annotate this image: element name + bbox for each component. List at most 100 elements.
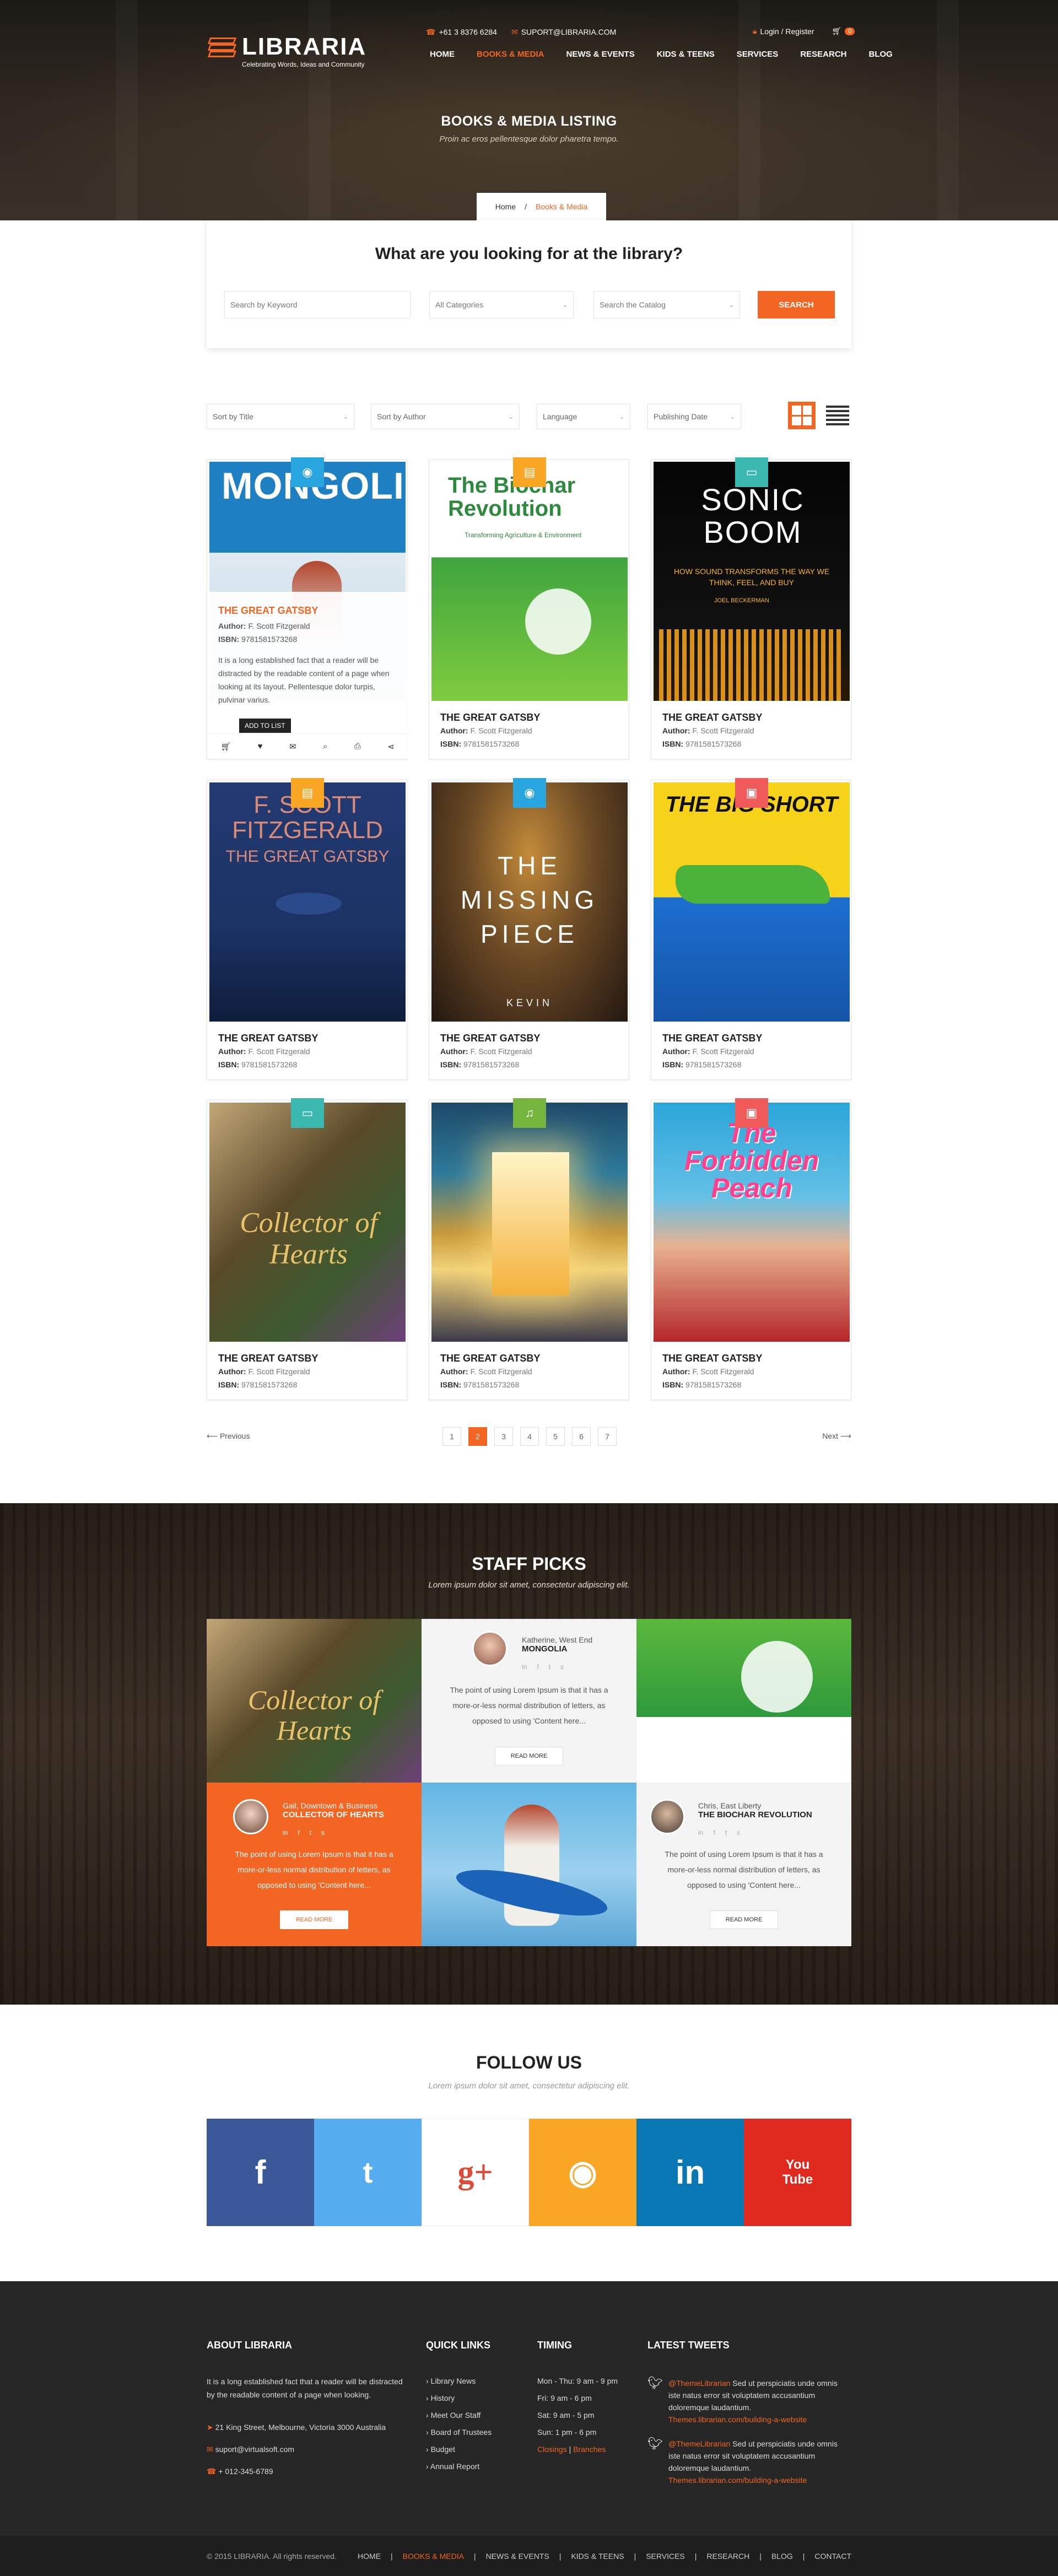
youtube-icon[interactable]: You Tube <box>744 2119 851 2226</box>
footer-nav-books-media[interactable]: BOOKS & MEDIA <box>403 2552 464 2561</box>
keyword-search-input[interactable]: Search by Keyword <box>224 291 411 318</box>
branches-link[interactable]: Branches <box>573 2445 606 2454</box>
footer-nav-contact[interactable]: CONTACT <box>814 2552 851 2561</box>
read-more-button[interactable]: READ MORE <box>495 1747 563 1765</box>
footer-nav-research[interactable]: RESEARCH <box>706 2552 749 2561</box>
book-title[interactable]: THE GREAT GATSBY <box>440 1353 540 1364</box>
book-title[interactable]: THE GREAT GATSBY <box>662 712 762 723</box>
linkedin-icon[interactable]: in <box>636 2119 744 2226</box>
book-title[interactable]: THE GREAT GATSBY <box>440 1033 540 1044</box>
twitter-icon[interactable]: t <box>314 2119 422 2226</box>
facebook-icon[interactable]: f <box>298 1829 299 1837</box>
staff-pick-book[interactable]: MONGOLIA <box>522 1644 592 1654</box>
footer-email[interactable]: suport@virtualsoft.com <box>215 2445 294 2454</box>
quick-link-item[interactable]: › Annual Report <box>426 2458 492 2475</box>
page-4[interactable]: 4 <box>520 1427 539 1446</box>
linkedin-icon[interactable]: in <box>522 1663 527 1671</box>
book-card[interactable]: ▤ F. SCOTT FITZGERALD THE GREAT GATSBY T… <box>207 778 407 1080</box>
share-icon[interactable]: ⋖ <box>387 742 395 752</box>
book-title[interactable]: THE GREAT GATSBY <box>440 712 540 723</box>
closings-link[interactable]: Closings <box>537 2445 567 2454</box>
staff-pick-cover[interactable]: Collector of Hearts <box>207 1619 422 1783</box>
sort-author-select[interactable]: Sort by Author ⌄ <box>371 404 520 429</box>
print-icon[interactable]: ⎙ <box>354 742 361 751</box>
book-card[interactable]: ◉ MONGOLIA THE GREAT GATSBY Author: F. S… <box>207 457 408 759</box>
nav-research[interactable]: RESEARCH <box>800 50 846 59</box>
book-title[interactable]: THE GREAT GATSBY <box>218 605 318 617</box>
heart-icon[interactable]: ♥ <box>258 742 263 751</box>
book-card[interactable]: ▣ The Forbidden Peach THE GREAT GATSBY A… <box>651 1098 851 1400</box>
staff-pick-cover[interactable] <box>422 1783 636 1946</box>
book-title[interactable]: THE GREAT GATSBY <box>662 1033 762 1044</box>
footer-nav-kids-teens[interactable]: KIDS & TEENS <box>571 2552 624 2561</box>
staff-pick-cover[interactable] <box>636 1619 851 1783</box>
page-5[interactable]: 5 <box>546 1427 565 1446</box>
category-select[interactable]: All Categories ⌄ <box>429 291 574 318</box>
list-view-icon[interactable] <box>824 402 851 429</box>
sort-title-select[interactable]: Sort by Title ⌄ <box>207 404 354 429</box>
skype-icon[interactable]: s <box>560 1663 564 1671</box>
staff-pick-book[interactable]: COLLECTOR OF HEARTS <box>283 1810 384 1819</box>
book-card[interactable]: ▤ The Biochar Revolution Transforming Ag… <box>429 457 629 759</box>
quick-link-item[interactable]: › Library News <box>426 2373 492 2390</box>
twitter-icon[interactable]: t <box>310 1829 311 1837</box>
language-select[interactable]: Language ⌄ <box>537 404 630 429</box>
book-title[interactable]: THE GREAT GATSBY <box>218 1033 318 1044</box>
read-more-button[interactable]: READ MORE <box>280 1910 348 1929</box>
quick-link-item[interactable]: › Budget <box>426 2441 492 2458</box>
book-card[interactable]: ♫ THE GREAT GATSBY Author: F. Scott Fitz… <box>429 1098 629 1400</box>
publishing-date-select[interactable]: Publishing Date ⌄ <box>647 404 741 429</box>
pagination-next[interactable]: Next ⟶ <box>822 1432 851 1441</box>
cart-icon[interactable]: 🛒︎ <box>220 742 231 752</box>
pagination-previous[interactable]: ⟵ Previous <box>207 1432 250 1441</box>
page-3[interactable]: 3 <box>494 1427 513 1446</box>
book-title[interactable]: THE GREAT GATSBY <box>218 1353 318 1364</box>
email-icon[interactable]: ✉ <box>289 742 296 752</box>
search-button[interactable]: SEARCH <box>758 291 835 318</box>
nav-news-events[interactable]: NEWS & EVENTS <box>566 50 635 59</box>
book-card[interactable]: ▭ SONIC BOOM HOW SOUND TRANSFORMS THE WA… <box>651 457 851 759</box>
footer-nav-blog[interactable]: BLOG <box>771 2552 793 2561</box>
google-plus-icon[interactable]: g+ <box>422 2119 529 2226</box>
tweet-link[interactable]: Themes.librarian.com/building-a-website <box>668 2476 807 2485</box>
book-card[interactable]: ▭ Collector of Hearts THE GREAT GATSBY A… <box>207 1098 407 1400</box>
twitter-icon[interactable]: t <box>725 1829 727 1837</box>
tweet-handle[interactable]: @ThemeLibrarian <box>668 2439 730 2448</box>
linkedin-icon[interactable]: in <box>283 1829 288 1837</box>
grid-view-icon[interactable] <box>788 402 816 429</box>
page-1[interactable]: 1 <box>442 1427 461 1446</box>
quick-link-item[interactable]: › History <box>426 2390 492 2407</box>
contact-email[interactable]: SUPORT@LIBRARIA.COM <box>521 28 617 36</box>
page-7[interactable]: 7 <box>598 1427 617 1446</box>
staff-pick-book[interactable]: THE BIOCHAR REVOLUTION <box>698 1810 812 1819</box>
facebook-icon[interactable]: f <box>537 1663 538 1671</box>
nav-home[interactable]: HOME <box>430 50 455 59</box>
quick-link-item[interactable]: › Meet Our Staff <box>426 2407 492 2424</box>
linkedin-icon[interactable]: in <box>698 1829 703 1837</box>
book-card[interactable]: ◉ THE MISSING PIECE KEVIN THE GREAT GATS… <box>429 778 629 1080</box>
book-card[interactable]: ▣ THE BIG SHORT THE GREAT GATSBY Author:… <box>651 778 851 1080</box>
twitter-icon[interactable]: t <box>549 1663 550 1671</box>
footer-nav-news-events[interactable]: NEWS & EVENTS <box>486 2552 549 2561</box>
footer-nav-home[interactable]: HOME <box>358 2552 381 2561</box>
login-register-link[interactable]: Login / Register <box>760 27 814 36</box>
read-more-button[interactable]: READ MORE <box>710 1910 778 1929</box>
facebook-icon[interactable]: f <box>207 2119 314 2226</box>
book-title[interactable]: THE GREAT GATSBY <box>662 1353 762 1364</box>
search-icon[interactable]: ⌕ <box>323 742 327 751</box>
rss-icon[interactable]: ◉ <box>529 2119 636 2226</box>
skype-icon[interactable]: s <box>321 1829 325 1837</box>
logo[interactable]: LIBRARIA Celebrating Words, Ideas and Co… <box>207 34 366 68</box>
breadcrumb-home[interactable]: Home <box>495 202 516 211</box>
footer-nav-services[interactable]: SERVICES <box>646 2552 685 2561</box>
nav-blog[interactable]: BLOG <box>869 50 893 59</box>
facebook-icon[interactable]: f <box>713 1829 715 1837</box>
tweet-link[interactable]: Themes.librarian.com/building-a-website <box>668 2415 807 2424</box>
catalog-select[interactable]: Search the Catalog ⌄ <box>593 291 740 318</box>
tweet-handle[interactable]: @ThemeLibrarian <box>668 2379 730 2388</box>
skype-icon[interactable]: s <box>737 1829 740 1837</box>
cart-icon[interactable]: 🛒︎ <box>832 26 842 36</box>
quick-link-item[interactable]: › Board of Trustees <box>426 2424 492 2441</box>
nav-kids-teens[interactable]: KIDS & TEENS <box>657 50 715 59</box>
page-6[interactable]: 6 <box>572 1427 591 1446</box>
